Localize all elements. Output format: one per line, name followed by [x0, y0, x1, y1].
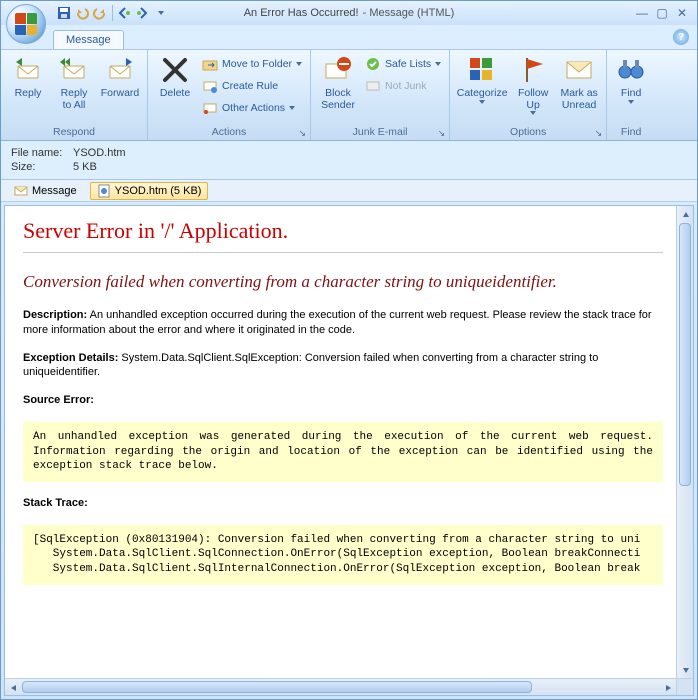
- other-actions-button[interactable]: Other Actions: [198, 98, 306, 118]
- group-find-label: Find: [611, 125, 651, 140]
- chevron-down-icon: [296, 62, 302, 66]
- chevron-down-icon: [289, 106, 295, 110]
- forward-icon: [104, 54, 136, 86]
- create-rule-button[interactable]: Create Rule: [198, 76, 306, 96]
- maximize-button[interactable]: ▢: [655, 6, 669, 20]
- file-info: File name:YSOD.htm Size:5 KB: [1, 141, 697, 180]
- follow-up-label: Follow Up: [518, 88, 548, 111]
- scroll-up-icon[interactable]: [677, 206, 694, 223]
- filename-label: File name:: [11, 147, 73, 159]
- ribbon: Reply Reply to All Forward Respond Delet…: [1, 49, 697, 141]
- size-label: Size:: [11, 161, 73, 173]
- forward-button[interactable]: Forward: [97, 52, 143, 100]
- tab-message[interactable]: Message: [53, 30, 124, 49]
- scroll-down-icon[interactable]: [677, 661, 694, 678]
- categorize-label: Categorize: [457, 88, 508, 100]
- actions-launcher[interactable]: ↘: [298, 128, 306, 139]
- group-actions-label: Actions: [212, 126, 246, 138]
- categorize-button[interactable]: Categorize: [454, 52, 510, 104]
- ysod-subtitle: Conversion failed when converting from a…: [23, 271, 663, 292]
- junk-launcher[interactable]: ↘: [438, 128, 446, 139]
- office-button[interactable]: [6, 4, 46, 44]
- safe-lists-button[interactable]: Safe Lists: [361, 54, 445, 74]
- not-junk-button: Not Junk: [361, 76, 445, 96]
- qat-divider: [112, 5, 113, 21]
- save-icon[interactable]: [56, 5, 72, 21]
- window-subtitle: - Message (HTML): [363, 7, 455, 19]
- find-button[interactable]: Find: [611, 52, 651, 104]
- block-sender-icon: [322, 54, 354, 86]
- not-junk-icon: [365, 78, 381, 94]
- move-to-folder-button[interactable]: Move to Folder: [198, 54, 306, 74]
- mark-unread-label: Mark as Unread: [560, 88, 597, 111]
- mark-unread-button[interactable]: Mark as Unread: [556, 52, 602, 111]
- ysod-desc-label: Description:: [23, 309, 87, 321]
- minimize-button[interactable]: —: [635, 6, 649, 20]
- chevron-down-icon: [628, 100, 634, 104]
- chevron-down-icon: [530, 111, 536, 115]
- ysod-source-box: An unhandled exception was generated dur…: [23, 422, 663, 483]
- reply-label: Reply: [15, 88, 42, 100]
- attachment-tab-message[interactable]: Message: [7, 182, 84, 200]
- ysod-stack-box: [SqlException (0x80131904): Conversion f…: [23, 525, 663, 586]
- group-junk-label: Junk E-mail: [353, 126, 408, 138]
- follow-up-button[interactable]: Follow Up: [510, 52, 556, 115]
- scroll-left-icon[interactable]: [5, 679, 22, 696]
- undo-icon[interactable]: [74, 5, 90, 21]
- close-button[interactable]: ✕: [675, 6, 689, 20]
- block-sender-button[interactable]: Block Sender: [315, 52, 361, 111]
- delete-button[interactable]: Delete: [152, 52, 198, 100]
- binoculars-icon: [615, 54, 647, 86]
- size-value: 5 KB: [73, 161, 97, 173]
- reply-all-button[interactable]: Reply to All: [51, 52, 97, 111]
- scroll-corner: [676, 679, 693, 696]
- html-file-icon: [97, 184, 111, 198]
- reply-icon: [12, 54, 44, 86]
- ysod-stack-label: Stack Trace:: [23, 497, 88, 509]
- qat-dropdown-icon[interactable]: [153, 5, 169, 21]
- chevron-down-icon: [435, 62, 441, 66]
- categorize-icon: [466, 54, 498, 86]
- ysod-title: Server Error in '/' Application.: [23, 218, 663, 253]
- forward-label: Forward: [101, 88, 140, 100]
- attachment-ysod-label: YSOD.htm (5 KB): [115, 185, 202, 197]
- ysod-src-label: Source Error:: [23, 394, 94, 406]
- envelope-icon: [14, 184, 28, 198]
- reply-all-label: Reply to All: [61, 88, 88, 111]
- scroll-right-icon[interactable]: [659, 679, 676, 696]
- find-label: Find: [621, 88, 641, 100]
- safe-lists-icon: [365, 56, 381, 72]
- other-actions-icon: [202, 100, 218, 116]
- mark-unread-icon: [563, 54, 595, 86]
- rule-icon: [202, 78, 218, 94]
- reply-all-icon: [58, 54, 90, 86]
- attachment-tab-ysod[interactable]: YSOD.htm (5 KB): [90, 182, 209, 200]
- folder-move-icon: [202, 56, 218, 72]
- attachment-message-label: Message: [32, 185, 77, 197]
- message-body: Server Error in '/' Application. Convers…: [5, 206, 693, 695]
- ysod-ex-label: Exception Details:: [23, 352, 118, 364]
- delete-label: Delete: [160, 88, 190, 100]
- scroll-thumb-v[interactable]: [679, 223, 691, 486]
- window-title: An Error Has Occurred!: [244, 7, 359, 19]
- group-options-label: Options: [510, 126, 546, 138]
- filename-value: YSOD.htm: [73, 147, 126, 159]
- options-launcher[interactable]: ↘: [595, 128, 603, 139]
- delete-icon: [159, 54, 191, 86]
- redo-icon[interactable]: [92, 5, 108, 21]
- chevron-down-icon: [479, 100, 485, 104]
- horizontal-scrollbar[interactable]: [5, 678, 693, 695]
- reply-button[interactable]: Reply: [5, 52, 51, 100]
- scroll-thumb-h[interactable]: [22, 681, 532, 693]
- block-sender-label: Block Sender: [321, 88, 355, 111]
- vertical-scrollbar[interactable]: [676, 206, 693, 678]
- flag-icon: [517, 54, 549, 86]
- prev-icon[interactable]: [117, 5, 133, 21]
- help-button[interactable]: ?: [673, 29, 689, 45]
- next-icon[interactable]: [135, 5, 151, 21]
- group-respond-label: Respond: [5, 125, 143, 140]
- ysod-desc-text: An unhandled exception occurred during t…: [23, 309, 652, 335]
